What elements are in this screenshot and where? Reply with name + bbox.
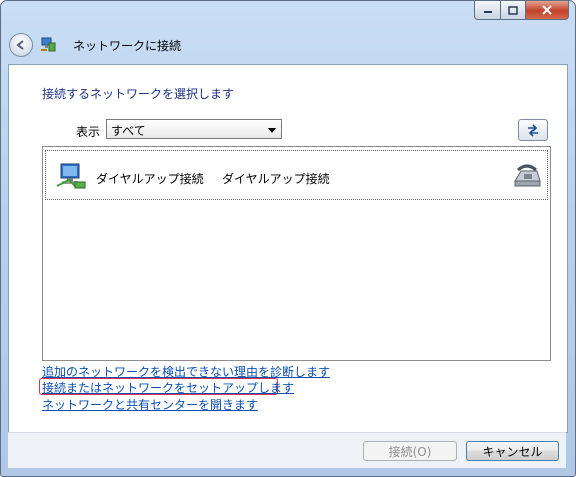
minimize-button[interactable]	[474, 1, 501, 20]
filter-label: 表示	[76, 125, 101, 139]
setup-connection-link[interactable]: 接続またはネットワークをセットアップします	[42, 379, 294, 396]
close-icon	[542, 5, 552, 15]
network-list: ダイヤルアップ接続 ダイヤルアップ接続	[42, 146, 551, 361]
cancel-button[interactable]: キャンセル	[466, 441, 559, 461]
network-connect-icon	[40, 37, 56, 56]
phone-modem-icon	[512, 163, 542, 192]
page-heading: 接続するネットワークを選択します	[42, 87, 235, 101]
back-button[interactable]	[9, 33, 33, 57]
refresh-button[interactable]	[518, 119, 548, 141]
window-title: ネットワークに接続	[73, 39, 182, 53]
network-center-link[interactable]: ネットワークと共有センターを開きます	[42, 396, 258, 413]
network-name: ダイヤルアップ接続	[96, 172, 204, 186]
filter-selected-value: すべて	[111, 124, 146, 138]
window-controls	[474, 1, 569, 20]
dialup-computer-icon	[55, 162, 87, 193]
minimize-icon	[483, 11, 492, 13]
refresh-icon	[528, 124, 538, 137]
chevron-down-icon	[268, 128, 276, 133]
network-list-item[interactable]: ダイヤルアップ接続 ダイヤルアップ接続	[45, 150, 548, 200]
close-button[interactable]	[526, 1, 569, 20]
maximize-icon	[508, 5, 518, 15]
connect-button[interactable]: 接続(O)	[363, 441, 457, 461]
filter-dropdown[interactable]: すべて	[106, 119, 282, 139]
maximize-button[interactable]	[501, 1, 526, 20]
back-arrow-icon	[16, 40, 24, 50]
network-type: ダイヤルアップ接続	[222, 172, 330, 186]
